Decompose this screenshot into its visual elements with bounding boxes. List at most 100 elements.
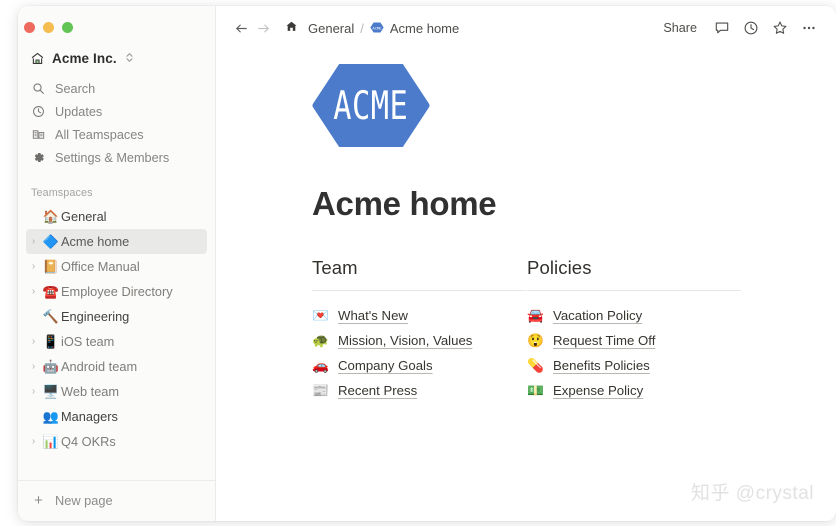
sidebar-tree-item[interactable]: › 🤖 Android team xyxy=(26,354,207,379)
page-link[interactable]: 💌 What's New xyxy=(312,303,526,328)
page-link[interactable]: 🚘 Vacation Policy xyxy=(527,303,741,328)
chevron-right-icon[interactable]: › xyxy=(26,436,41,447)
zoom-button[interactable] xyxy=(62,21,73,33)
page-link[interactable]: 💊 Benefits Policies xyxy=(527,353,741,378)
column-heading: Team xyxy=(312,257,358,278)
minimize-button[interactable] xyxy=(43,21,54,33)
tree-item-label: Employee Directory xyxy=(61,284,173,299)
page-link-label: Request Time Off xyxy=(553,333,656,348)
page-link[interactable]: 🚗 Company Goals xyxy=(312,353,526,378)
share-button[interactable]: Share xyxy=(656,17,704,39)
window-traffic-lights xyxy=(18,6,215,36)
clock-history-icon[interactable] xyxy=(738,15,764,41)
sidebar-tree-item[interactable]: ›👥Managers xyxy=(26,404,207,429)
breadcrumb-parent[interactable]: General xyxy=(303,18,359,39)
chevron-right-icon[interactable]: › xyxy=(26,386,41,397)
page-link[interactable]: 📰 Recent Press xyxy=(312,378,526,403)
chevron-updown-icon xyxy=(125,51,134,66)
page-link[interactable]: 🐢 Mission, Vision, Values xyxy=(312,328,526,353)
sidebar-tree-item[interactable]: › 📱 iOS team xyxy=(26,329,207,354)
acme-logo-text: ACME xyxy=(333,82,409,129)
column-divider xyxy=(527,290,741,291)
tree-item-label: General xyxy=(61,209,107,224)
topbar-actions: Share xyxy=(656,15,822,41)
search-icon xyxy=(31,82,46,95)
sidebar-tree-item[interactable]: › 📔 Office Manual xyxy=(26,254,207,279)
tree-item-label: Office Manual xyxy=(61,259,140,274)
gear-icon xyxy=(31,151,46,164)
house-icon xyxy=(30,51,45,66)
sidebar-item-label: Settings & Members xyxy=(55,150,170,165)
chevron-right-icon[interactable]: › xyxy=(26,286,41,297)
breadcrumb-current-label: Acme home xyxy=(389,20,460,36)
page-link-emoji: 💵 xyxy=(527,382,544,398)
back-button[interactable] xyxy=(230,17,252,39)
new-page-button[interactable]: + New page xyxy=(26,487,207,513)
chevron-right-icon[interactable]: › xyxy=(26,261,41,272)
breadcrumb-parent-label: General xyxy=(308,20,355,36)
chevron-right-icon[interactable]: › xyxy=(26,236,41,247)
tree-item-label: Q4 OKRs xyxy=(61,434,116,449)
column-heading: Policies xyxy=(527,257,592,278)
page-link[interactable]: 😲 Request Time Off xyxy=(527,328,741,353)
page-link-emoji: 💌 xyxy=(312,307,329,323)
workspace-switcher[interactable]: Acme Inc. xyxy=(26,44,207,73)
page-link-label: Company Goals xyxy=(338,358,433,373)
tree-item-label: Engineering xyxy=(61,309,130,324)
close-button[interactable] xyxy=(24,21,35,33)
page-link-emoji: 📰 xyxy=(312,382,329,398)
acme-logo-icon: ACME xyxy=(370,21,384,35)
sidebar-tree-item[interactable]: › 🔷 Acme home xyxy=(26,229,207,254)
acme-logo: ACME xyxy=(312,64,430,147)
tree-item-emoji: ☎️ xyxy=(42,284,60,299)
page-content: ACME Acme home Team 💌 What's New 🐢 Mission, … xyxy=(216,50,836,521)
page-link-emoji: 🚗 xyxy=(312,357,329,373)
page-link[interactable]: 💵 Expense Policy xyxy=(527,378,741,403)
app-window: Acme Inc. Search Updates All Teamspaces … xyxy=(18,6,836,521)
chevron-right-icon[interactable]: › xyxy=(26,361,41,372)
comment-icon[interactable] xyxy=(709,15,735,41)
sidebar-item-label: All Teamspaces xyxy=(55,127,144,142)
more-dots-icon[interactable] xyxy=(796,15,822,41)
breadcrumb-current[interactable]: ACME Acme home xyxy=(365,18,464,39)
teamspaces-icon xyxy=(31,128,46,141)
page-link-label: Recent Press xyxy=(338,383,418,398)
sidebar-tree-item[interactable]: › 📊 Q4 OKRs xyxy=(26,429,207,454)
sidebar-tree-item[interactable]: ›🏠General xyxy=(26,204,207,229)
breadcrumb-home[interactable] xyxy=(280,17,303,39)
teamspaces-tree: ›🏠General›🔷Acme home›📔Office Manual›☎️Em… xyxy=(18,204,215,454)
chevron-right-icon[interactable]: › xyxy=(26,336,41,347)
sidebar-tree-item[interactable]: › 🖥️ Web team xyxy=(26,379,207,404)
tree-item-label: Acme home xyxy=(61,234,130,249)
teamspaces-section-title: Teamspaces xyxy=(31,187,93,199)
sidebar-nav: Search Updates All Teamspaces Settings &… xyxy=(18,75,215,169)
page-link-emoji: 🚘 xyxy=(527,307,544,323)
page-title: Acme home xyxy=(312,185,497,222)
page-link-emoji: 💊 xyxy=(527,357,544,373)
sidebar-item-label: Updates xyxy=(55,104,103,119)
page-link-emoji: 😲 xyxy=(527,332,544,348)
sidebar-tree-item[interactable]: ›🔨Engineering xyxy=(26,304,207,329)
column-divider xyxy=(312,290,526,291)
star-icon[interactable] xyxy=(767,15,793,41)
new-page-label: New page xyxy=(55,492,113,508)
sidebar-footer: + New page xyxy=(18,480,215,521)
tree-item-label: Web team xyxy=(61,384,120,399)
content-columns: Team 💌 What's New 🐢 Mission, Vision, Values 🚗… xyxy=(312,257,796,403)
tree-item-emoji: 🔨 xyxy=(42,309,60,324)
sidebar-item-updates[interactable]: Updates xyxy=(26,100,207,123)
tree-item-label: iOS team xyxy=(61,334,115,349)
tree-item-emoji: 🤖 xyxy=(42,359,60,374)
breadcrumb: General / ACME Acme home xyxy=(280,17,464,39)
sidebar-item-search[interactable]: Search xyxy=(26,77,207,100)
sidebar-item-settings-members[interactable]: Settings & Members xyxy=(26,146,207,169)
tree-item-emoji: 🏠 xyxy=(42,209,60,224)
tree-item-emoji: 👥 xyxy=(42,409,60,424)
content-column: Team 💌 What's New 🐢 Mission, Vision, Values 🚗… xyxy=(312,257,526,403)
sidebar-tree-item[interactable]: › ☎️ Employee Directory xyxy=(26,279,207,304)
sidebar: Acme Inc. Search Updates All Teamspaces … xyxy=(18,6,216,521)
tree-item-emoji: 📔 xyxy=(42,259,60,274)
plus-icon: + xyxy=(34,491,43,509)
forward-button[interactable] xyxy=(252,17,274,39)
sidebar-item-all-teamspaces[interactable]: All Teamspaces xyxy=(26,123,207,146)
